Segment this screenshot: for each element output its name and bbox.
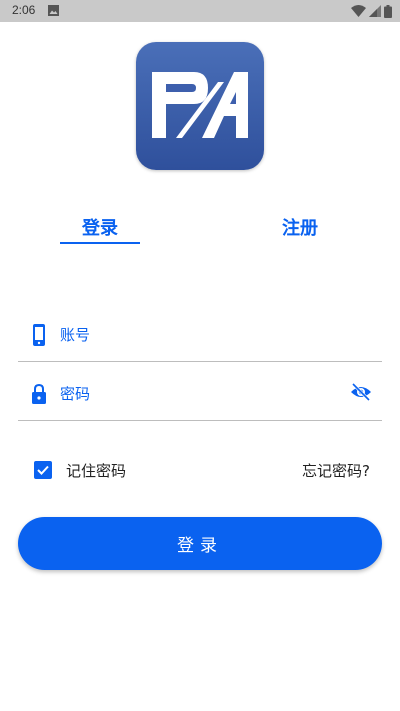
checkbox-checked-icon xyxy=(34,461,52,479)
app-logo-mark xyxy=(152,72,248,138)
remember-password-label: 记住密码 xyxy=(66,461,127,480)
tab-active-indicator xyxy=(60,242,140,244)
account-field xyxy=(18,316,382,362)
lock-icon xyxy=(32,383,46,404)
wifi-icon xyxy=(351,5,366,17)
status-icons xyxy=(351,4,392,18)
battery-icon xyxy=(384,4,392,18)
login-button[interactable]: 登录 xyxy=(18,517,382,570)
forgot-password-link[interactable]: 忘记密码? xyxy=(302,460,370,481)
status-bar: 2:06 xyxy=(0,0,400,22)
signal-icon xyxy=(369,5,381,17)
account-input[interactable] xyxy=(60,322,340,348)
password-input[interactable] xyxy=(60,381,340,407)
tab-register[interactable]: 注册 xyxy=(260,214,340,244)
password-field xyxy=(18,375,382,421)
app-logo xyxy=(136,42,264,170)
eye-off-icon[interactable] xyxy=(350,383,372,401)
remember-password-checkbox[interactable]: 记住密码 xyxy=(34,458,126,482)
image-icon xyxy=(48,5,59,16)
phone-icon xyxy=(33,324,45,346)
status-time: 2:06 xyxy=(12,3,36,17)
tab-login[interactable]: 登录 xyxy=(60,214,140,244)
